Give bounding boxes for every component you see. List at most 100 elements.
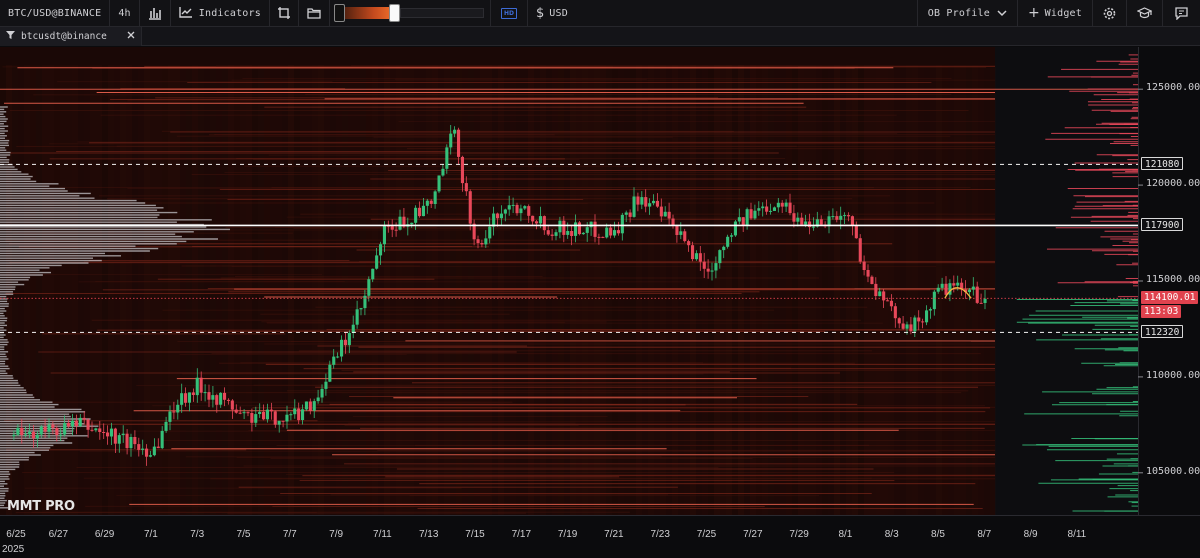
candle-up — [566, 231, 570, 235]
candle-up — [414, 207, 418, 223]
candle-down — [226, 399, 230, 401]
timeframe-selector[interactable]: 4h — [110, 0, 138, 27]
candle-up — [359, 308, 363, 310]
close-icon[interactable] — [127, 31, 135, 42]
chart-type-button[interactable] — [140, 0, 170, 27]
candle-down — [90, 429, 94, 431]
candle-down — [979, 302, 983, 304]
candle-up — [710, 270, 714, 272]
candle-down — [125, 433, 129, 449]
candle-down — [394, 229, 398, 231]
candle-up — [168, 411, 172, 422]
candle-down — [55, 428, 59, 435]
candle-up — [726, 236, 730, 247]
candle-down — [628, 212, 632, 217]
candle-up — [652, 200, 656, 204]
price-tick-label: 120000.00 — [1146, 178, 1200, 190]
candle-up — [347, 333, 351, 346]
slider-handle-min[interactable] — [333, 4, 345, 22]
candle-up — [324, 381, 328, 389]
date-tick-label: 8/5 — [931, 529, 945, 540]
heatmap-column — [72, 65, 78, 515]
candle-up — [581, 232, 585, 235]
price-tick-label: 125000.00 — [1146, 82, 1200, 94]
candle-down — [562, 220, 566, 235]
date-tick-label: 6/27 — [48, 529, 69, 540]
candle-up — [761, 206, 765, 209]
candle-down — [862, 261, 866, 270]
ob-profile-dropdown[interactable]: OB Profile — [918, 0, 1017, 27]
filter-icon[interactable] — [6, 30, 15, 42]
candle-down — [808, 221, 812, 228]
date-tick-label: 8/11 — [1067, 529, 1087, 540]
candle-up — [663, 211, 667, 217]
candle-up — [523, 206, 527, 209]
date-tick-label: 7/17 — [511, 529, 532, 540]
candle-up — [12, 434, 16, 437]
candle-up — [796, 217, 800, 222]
candle-up — [718, 250, 722, 264]
candle-up — [70, 420, 74, 427]
candle-up — [285, 414, 289, 422]
candle-down — [199, 377, 203, 393]
candle-up — [967, 289, 971, 293]
date-tick-label: 8/9 — [1023, 529, 1038, 540]
candle-down — [866, 270, 870, 277]
heatmap-column — [978, 65, 984, 515]
tab-btcusdt[interactable]: btcusdt@binance — [0, 26, 142, 46]
candle-down — [273, 411, 277, 425]
candle-up — [453, 129, 457, 134]
open-layout-button[interactable] — [299, 0, 329, 27]
candle-up — [839, 215, 843, 220]
price-chart[interactable] — [0, 47, 1200, 558]
candle-down — [749, 209, 753, 219]
hd-toggle[interactable]: HD — [491, 0, 527, 27]
candle-down — [570, 231, 574, 236]
indicators-button[interactable]: Indicators — [171, 0, 269, 27]
candle-up — [558, 220, 562, 233]
candle-down — [86, 419, 90, 430]
chevron-down-icon — [997, 7, 1007, 20]
candle-down — [952, 283, 956, 286]
candle-up — [757, 208, 761, 211]
slider-handle-max[interactable] — [388, 4, 400, 22]
candle-up — [164, 421, 168, 431]
candle-up — [78, 417, 82, 427]
candle-down — [788, 202, 792, 214]
candle-up — [24, 434, 28, 436]
candle-up — [956, 282, 960, 286]
indicators-icon — [179, 6, 193, 21]
candle-up — [737, 217, 741, 222]
candle-down — [297, 408, 301, 421]
candle-up — [332, 356, 336, 365]
candle-down — [644, 197, 648, 207]
candle-up — [16, 427, 20, 435]
symbol-selector[interactable]: BTC/USD@BINANCE — [0, 0, 109, 27]
candle-up — [109, 428, 113, 437]
candle-up — [905, 324, 909, 329]
candle-down — [577, 222, 581, 235]
heatmap-intensity-slider[interactable] — [333, 4, 484, 22]
candle-up — [203, 392, 207, 394]
candle-down — [250, 413, 254, 423]
chart-area[interactable]: MMT PRO 125000.00 120000.00 115000.00 11000… — [0, 47, 1200, 558]
currency-selector[interactable]: $ USD — [528, 0, 576, 27]
candle-down — [234, 409, 238, 413]
add-widget-button[interactable]: + Widget — [1018, 0, 1092, 27]
candle-down — [191, 392, 195, 395]
candle-down — [850, 216, 854, 226]
settings-button[interactable] — [1093, 0, 1126, 27]
candle-down — [847, 215, 851, 217]
heatmap-column — [78, 65, 84, 515]
candle-down — [20, 427, 24, 435]
chat-button[interactable] — [1163, 0, 1200, 27]
learn-button[interactable] — [1127, 0, 1162, 27]
date-tick-label: 7/21 — [604, 529, 624, 540]
price-tick-label: 110000.00 — [1146, 369, 1200, 381]
candle-down — [418, 207, 422, 217]
date-tick-label: 7/9 — [329, 529, 344, 540]
candle-up — [831, 216, 835, 218]
candle-up — [620, 214, 624, 234]
crop-button[interactable] — [270, 0, 298, 27]
candle-up — [398, 216, 402, 230]
